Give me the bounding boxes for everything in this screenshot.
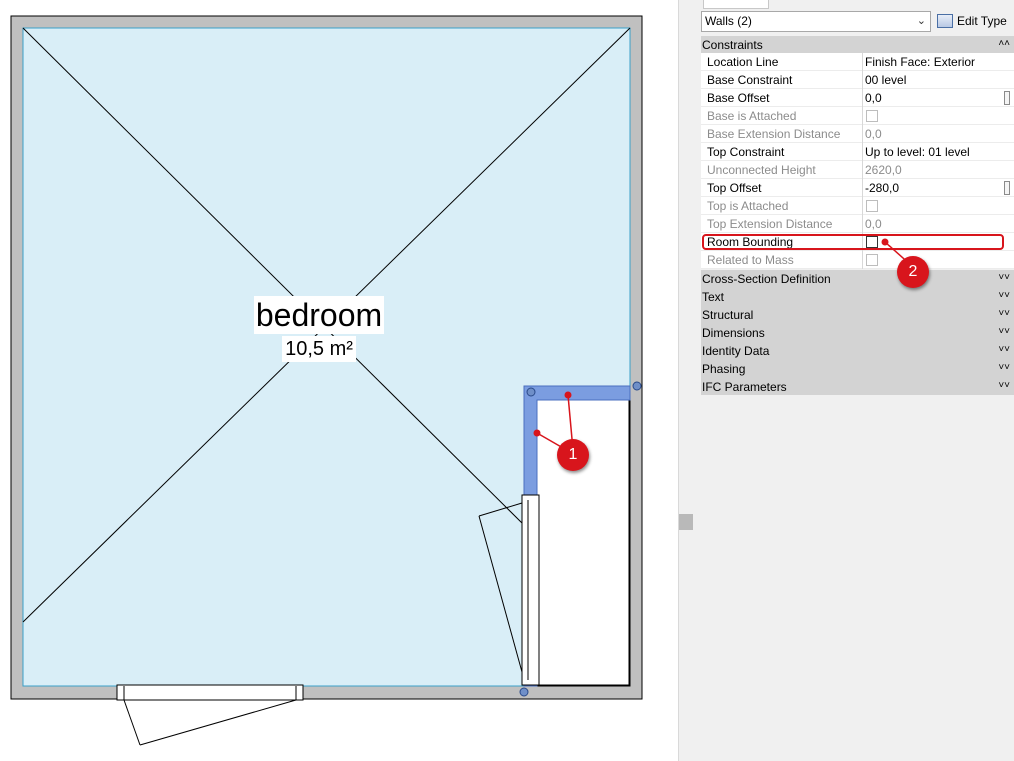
- chevron-down-icon: ⌄: [916, 15, 926, 27]
- panel-splitter[interactable]: [678, 0, 700, 761]
- prop-name: Location Line: [707, 55, 779, 69]
- collapse-icon[interactable]: ˄˄: [998, 35, 1010, 53]
- prop-row-location-line[interactable]: Location Line Finish Face: Exterior: [701, 53, 1014, 71]
- callout-badge-2: 2: [897, 256, 929, 288]
- callout-dot: [564, 391, 572, 399]
- door-swing: [123, 699, 141, 746]
- door-swing: [139, 699, 297, 746]
- wall-end-grip[interactable]: [519, 687, 529, 697]
- prop-name: Base Offset: [707, 91, 770, 105]
- prop-row-base-is-attached: Base is Attached: [701, 107, 1014, 125]
- prop-value: [862, 251, 1010, 269]
- prop-name: Base is Attached: [707, 109, 797, 123]
- entrance-door[interactable]: [116, 684, 304, 701]
- prop-name: Top Extension Distance: [707, 217, 833, 231]
- checkbox-base-is-attached: [866, 110, 878, 122]
- room-area-tag: 10,5 m²: [282, 336, 356, 362]
- expand-icon[interactable]: ˅˅: [998, 323, 1010, 341]
- expand-icon[interactable]: ˅˅: [998, 305, 1010, 323]
- prop-value[interactable]: -280,0: [862, 179, 1010, 197]
- prop-value-text: 0,0: [865, 91, 882, 105]
- group-label: Phasing: [702, 362, 746, 376]
- prop-name: Top Constraint: [707, 145, 785, 159]
- prop-row-top-offset[interactable]: Top Offset -280,0: [701, 179, 1014, 197]
- edit-type-icon: [937, 14, 953, 28]
- prop-row-base-constraint[interactable]: Base Constraint 00 level: [701, 71, 1014, 89]
- expand-icon[interactable]: ˅˅: [998, 269, 1010, 287]
- prop-name: Top Offset: [707, 181, 762, 195]
- group-text[interactable]: Text ˅˅: [701, 288, 1014, 306]
- group-ifc-parameters[interactable]: IFC Parameters ˅˅: [701, 378, 1014, 396]
- prop-row-related-to-mass: Related to Mass: [701, 251, 1014, 269]
- prop-value[interactable]: 0,0: [862, 89, 1010, 107]
- callout-dot: [533, 429, 541, 437]
- prop-value-text: -280,0: [865, 181, 900, 195]
- prop-row-top-constraint[interactable]: Top Constraint Up to level: 01 level: [701, 143, 1014, 161]
- group-label: Structural: [702, 308, 754, 322]
- prop-value: [862, 197, 1010, 215]
- group-phasing[interactable]: Phasing ˅˅: [701, 360, 1014, 378]
- group-label: Dimensions: [702, 326, 765, 340]
- expand-icon[interactable]: ˅˅: [998, 359, 1010, 377]
- prop-value[interactable]: Finish Face: Exterior: [862, 53, 1010, 71]
- prop-name: Related to Mass: [707, 253, 794, 267]
- prop-row-base-offset[interactable]: Base Offset 0,0: [701, 89, 1014, 107]
- wall-end-grip[interactable]: [632, 381, 642, 391]
- type-selector-row: Walls (2) ⌄ Edit Type: [699, 10, 1014, 34]
- spin-button[interactable]: [1004, 181, 1010, 195]
- wall-end-grip[interactable]: [526, 387, 536, 397]
- prop-value[interactable]: Up to level: 01 level: [862, 143, 1010, 161]
- group-label: Constraints: [702, 38, 763, 52]
- preview-box: [703, 0, 769, 9]
- group-label: Text: [702, 290, 725, 304]
- panel-empty-area: [699, 395, 1014, 761]
- prop-value: 0,0: [862, 125, 1010, 143]
- group-label: IFC Parameters: [702, 380, 787, 394]
- properties-panel: Walls (2) ⌄ Edit Type Constraints ˄˄ Loc…: [699, 0, 1014, 761]
- edit-type-button[interactable]: Edit Type: [937, 11, 1007, 32]
- prop-name: Top is Attached: [707, 199, 789, 213]
- splitter-grip[interactable]: [679, 514, 693, 530]
- group-dimensions[interactable]: Dimensions ˅˅: [701, 324, 1014, 342]
- group-label: Identity Data: [702, 344, 770, 358]
- checkbox-related-to-mass: [866, 254, 878, 266]
- callout-badge-1: 1: [557, 439, 589, 471]
- group-label: Cross-Section Definition: [702, 272, 831, 286]
- prop-row-unconnected-height: Unconnected Height 2620,0: [701, 161, 1014, 179]
- edit-type-label: Edit Type: [957, 14, 1007, 28]
- drawing-canvas[interactable]: bedroom 10,5 m² 1: [0, 0, 678, 761]
- room-bounding-highlight: [702, 234, 1004, 250]
- room-name-tag[interactable]: bedroom: [254, 296, 384, 334]
- prop-value[interactable]: 00 level: [862, 71, 1010, 89]
- prop-name: Base Constraint: [707, 73, 793, 87]
- prop-value: 0,0: [862, 215, 1010, 233]
- group-cross-section-definition[interactable]: Cross-Section Definition ˅˅: [701, 270, 1014, 288]
- prop-row-base-extension-distance: Base Extension Distance 0,0: [701, 125, 1014, 143]
- prop-row-top-extension-distance: Top Extension Distance 0,0: [701, 215, 1014, 233]
- prop-value: [862, 107, 1010, 125]
- group-constraints[interactable]: Constraints ˄˄: [701, 36, 1014, 54]
- prop-name: Unconnected Height: [707, 163, 816, 177]
- floor-plan[interactable]: [0, 0, 678, 761]
- closet-door[interactable]: [521, 494, 540, 686]
- expand-icon[interactable]: ˅˅: [998, 341, 1010, 359]
- spin-button[interactable]: [1004, 91, 1010, 105]
- prop-name: Base Extension Distance: [707, 127, 841, 141]
- type-selector-label: Walls (2): [705, 14, 752, 28]
- expand-icon[interactable]: ˅˅: [998, 287, 1010, 305]
- type-selector[interactable]: Walls (2) ⌄: [701, 11, 931, 32]
- prop-row-top-is-attached: Top is Attached: [701, 197, 1014, 215]
- group-identity-data[interactable]: Identity Data ˅˅: [701, 342, 1014, 360]
- prop-value: 2620,0: [862, 161, 1010, 179]
- expand-icon[interactable]: ˅˅: [998, 377, 1010, 395]
- group-structural[interactable]: Structural ˅˅: [701, 306, 1014, 324]
- checkbox-top-is-attached: [866, 200, 878, 212]
